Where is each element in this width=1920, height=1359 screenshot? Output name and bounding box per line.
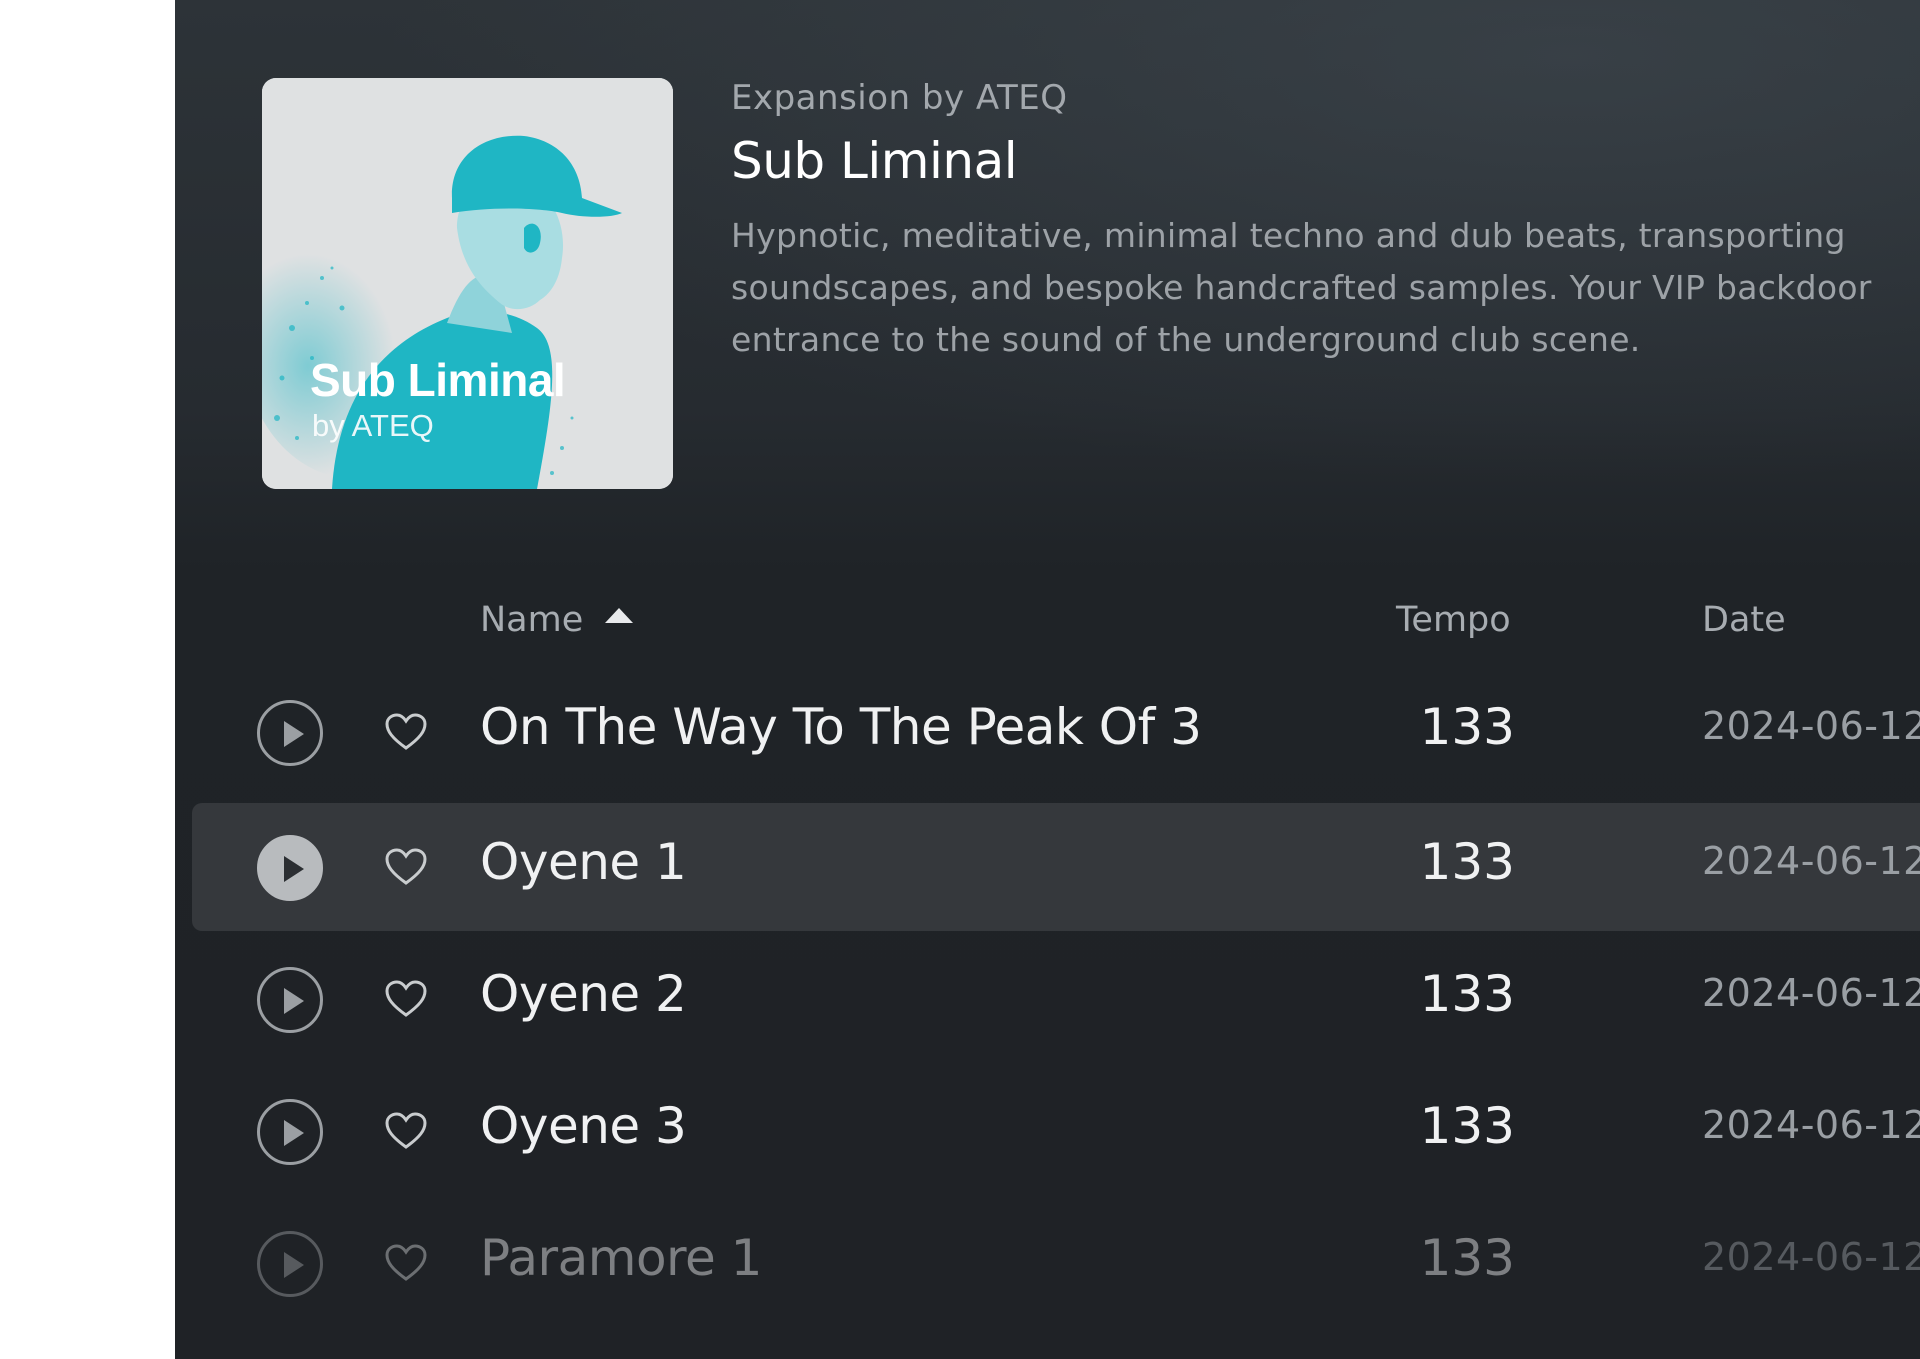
expansion-panel: Sub Liminal by ATEQ Expansion by ATEQ Su… xyxy=(175,0,1920,1359)
track-tempo: 133 xyxy=(1419,1097,1515,1155)
track-name: Paramore 1 xyxy=(480,1229,762,1287)
table-row[interactable]: Oyene 1 133 2024-06-12 xyxy=(192,803,1920,931)
track-name: On The Way To The Peak Of 3 xyxy=(480,698,1202,756)
table-row[interactable]: Paramore 1 133 2024-06-12 xyxy=(192,1199,1920,1327)
track-name: Oyene 1 xyxy=(480,833,687,891)
column-header-date[interactable]: Date xyxy=(1702,600,1786,640)
track-date: 2024-06-12 xyxy=(1702,971,1920,1015)
column-header-name-label: Name xyxy=(480,600,584,640)
cover-subtitle: by ATEQ xyxy=(312,408,434,443)
table-row[interactable]: Oyene 3 133 2024-06-12 xyxy=(192,1067,1920,1195)
play-circle-icon[interactable] xyxy=(257,700,323,766)
track-date: 2024-06-12 xyxy=(1702,1103,1920,1147)
table-row[interactable]: On The Way To The Peak Of 3 133 2024-06-… xyxy=(192,668,1920,796)
album-cover: Sub Liminal by ATEQ xyxy=(262,78,673,489)
heart-outline-icon[interactable] xyxy=(384,1111,428,1151)
column-header-tempo[interactable]: Tempo xyxy=(1396,600,1511,640)
play-circle-icon[interactable] xyxy=(257,967,323,1033)
track-date: 2024-06-12 xyxy=(1702,704,1920,748)
sort-ascending-icon xyxy=(605,608,634,623)
table-row[interactable]: Oyene 2 133 2024-06-12 xyxy=(192,935,1920,1063)
track-tempo: 133 xyxy=(1419,1229,1515,1287)
heart-outline-icon[interactable] xyxy=(384,979,428,1019)
heart-outline-icon[interactable] xyxy=(384,1243,428,1283)
track-date: 2024-06-12 xyxy=(1702,839,1920,883)
left-blank-area xyxy=(0,0,175,1359)
play-circle-icon[interactable] xyxy=(257,835,323,901)
play-circle-icon[interactable] xyxy=(257,1231,323,1297)
heart-outline-icon[interactable] xyxy=(384,712,428,752)
track-name: Oyene 3 xyxy=(480,1097,687,1155)
expansion-description: Hypnotic, meditative, minimal techno and… xyxy=(731,216,1872,359)
track-date: 2024-06-12 xyxy=(1702,1235,1920,1279)
track-tempo: 133 xyxy=(1419,698,1515,756)
expansion-info: Expansion by ATEQ Sub Liminal Hypnotic, … xyxy=(731,78,1881,366)
track-tempo: 133 xyxy=(1419,965,1515,1023)
play-circle-icon[interactable] xyxy=(257,1099,323,1165)
expansion-kicker: Expansion by ATEQ xyxy=(731,78,1068,118)
heart-outline-icon[interactable] xyxy=(384,847,428,887)
cover-title: Sub Liminal xyxy=(310,354,566,406)
expansion-title: Sub Liminal xyxy=(731,132,1018,190)
track-tempo: 133 xyxy=(1419,833,1515,891)
track-name: Oyene 2 xyxy=(480,965,687,1023)
column-header-name[interactable]: Name xyxy=(480,600,634,640)
